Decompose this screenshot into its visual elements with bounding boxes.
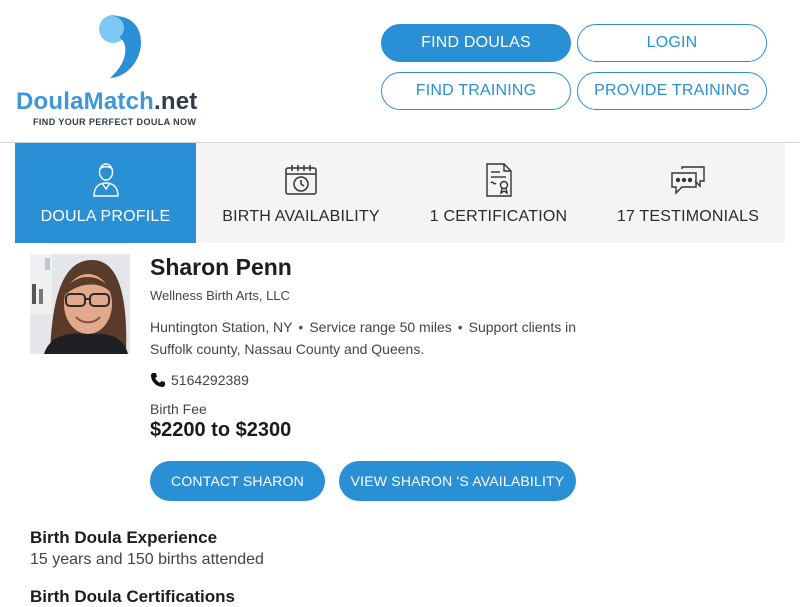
calendar-clock-icon	[285, 165, 317, 195]
experience-heading: Birth Doula Experience	[30, 528, 218, 547]
birth-fee-label: Birth Fee	[150, 401, 207, 417]
profile-tabs: DOULA PROFILE BIRTH AVAILABILITY 1 CERTI…	[15, 143, 785, 243]
location-info: Huntington Station, NY • Service range 50 …	[150, 316, 630, 360]
site-logo[interactable]: DoulaMatch.net FIND YOUR PERFECT DOULA N…	[16, 10, 226, 135]
login-button[interactable]: LOGIN	[577, 24, 767, 62]
business-name: Wellness Birth Arts, LLC	[150, 288, 290, 303]
contact-doula-button[interactable]: CONTACT SHARON	[150, 461, 325, 501]
doula-photo	[30, 254, 130, 354]
birth-fee-value: $2200 to $2300	[150, 419, 292, 441]
phone-icon	[151, 373, 165, 387]
phone-number[interactable]: 5164292389	[171, 372, 249, 388]
chat-bubbles-icon	[671, 166, 705, 195]
doula-portrait-image	[30, 254, 130, 354]
support-area-text: Suffolk county, Nassau County and Queens…	[150, 341, 425, 357]
tab-label: 1 CERTIFICATION	[429, 208, 568, 225]
logo-word-doula: Doula	[16, 88, 84, 115]
doula-name: Sharon Penn	[150, 254, 292, 280]
service-range-text: Service range 50 miles	[309, 319, 452, 335]
phone-row[interactable]: 5164292389	[150, 372, 249, 388]
separator-dot: •	[457, 319, 463, 335]
logo-tagline: FIND YOUR PERFECT DOULA NOW	[33, 117, 197, 127]
certificate-icon	[485, 163, 512, 197]
tab-doula-profile[interactable]: DOULA PROFILE	[15, 143, 196, 243]
tab-birth-availability[interactable]: BIRTH AVAILABILITY	[196, 143, 406, 243]
tab-label: BIRTH AVAILABILITY	[222, 208, 380, 225]
tab-certification[interactable]: 1 CERTIFICATION	[406, 143, 591, 243]
find-training-button[interactable]: FIND TRAINING	[381, 72, 571, 110]
logo-word-net: .net	[154, 88, 198, 115]
separator-dot: •	[298, 319, 304, 335]
tab-testimonials[interactable]: 17 TESTIMONIALS	[591, 143, 785, 243]
support-clients-text: Support clients in	[468, 319, 577, 335]
tab-label: DOULA PROFILE	[40, 208, 171, 225]
provide-training-button[interactable]: PROVIDE TRAINING	[577, 72, 767, 110]
certifications-heading: Birth Doula Certifications	[30, 587, 235, 606]
experience-text: 15 years and 150 births attended	[30, 551, 264, 568]
site-header: DoulaMatch.net FIND YOUR PERFECT DOULA N…	[0, 0, 800, 143]
logo-wordmark: DoulaMatch.net	[16, 88, 197, 116]
location-text: Huntington Station, NY	[150, 319, 293, 335]
find-doulas-button[interactable]: FIND DOULAS	[381, 24, 571, 62]
logo-mark-icon	[99, 15, 141, 78]
logo-word-match: Match	[83, 88, 155, 115]
view-availability-button[interactable]: VIEW SHARON 'S AVAILABILITY	[339, 461, 576, 501]
doula-person-icon	[92, 163, 119, 197]
tab-label: 17 TESTIMONIALS	[616, 208, 760, 225]
